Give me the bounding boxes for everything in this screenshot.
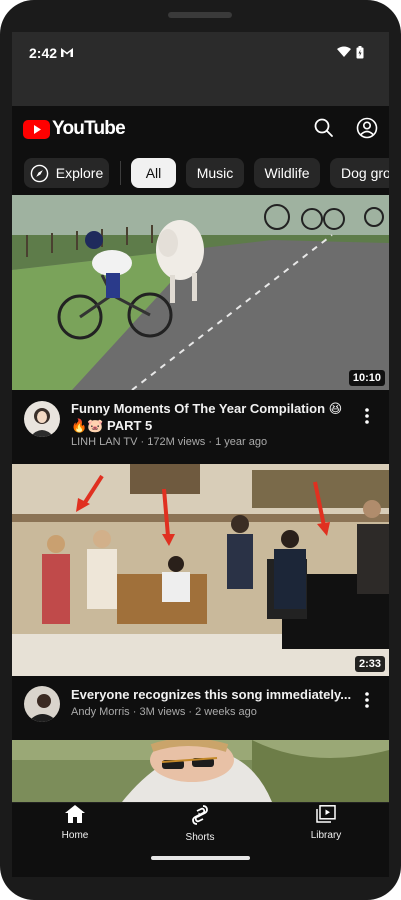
- search-icon[interactable]: [312, 116, 336, 140]
- chip-music[interactable]: Music: [186, 158, 244, 188]
- library-icon: [316, 805, 336, 823]
- video-title[interactable]: Everyone recognizes this song immediatel…: [71, 686, 356, 703]
- video-thumbnail[interactable]: 10:10: [12, 195, 389, 390]
- phone-speaker: [168, 12, 232, 18]
- youtube-play-icon: [23, 119, 50, 139]
- upload-age: 2 weeks ago: [195, 706, 257, 718]
- chip-dog-grooming[interactable]: Dog groo: [330, 158, 389, 188]
- more-options-icon[interactable]: [360, 690, 374, 710]
- app-bar: YouTube: [12, 106, 389, 150]
- filter-chips: Explore All Music Wildlife Dog groo: [12, 150, 389, 198]
- gesture-area: [12, 846, 389, 877]
- channel-name[interactable]: Andy Morris: [71, 706, 130, 718]
- compass-icon: [30, 164, 49, 182]
- channel-avatar[interactable]: [24, 686, 60, 722]
- chip-label: Explore: [55, 165, 104, 181]
- thumbnail-image: [12, 464, 389, 676]
- status-bar: 2:42: [12, 32, 389, 106]
- video-subtitle: Andy Morris · 3M views · 2 weeks ago: [71, 706, 257, 718]
- nav-library[interactable]: Library: [281, 805, 371, 841]
- youtube-logo[interactable]: YouTube: [23, 118, 126, 140]
- nav-label: Home: [61, 830, 89, 841]
- home-gesture-bar[interactable]: [151, 856, 250, 860]
- video-thumbnail[interactable]: 2:33: [12, 464, 389, 676]
- video-subtitle: LINH LAN TV · 172M views · 1 year ago: [71, 436, 268, 448]
- bottom-navigation: Home Shorts Library: [12, 802, 389, 846]
- video-thumbnail[interactable]: [12, 740, 389, 802]
- chip-label: Music: [196, 165, 234, 181]
- wifi-icon: [337, 46, 351, 57]
- screen: 2:42 YouTube Explore All Music Wildlife …: [12, 32, 389, 877]
- upload-age: 1 year ago: [215, 436, 268, 448]
- video-meta[interactable]: Funny Moments Of The Year Compilation 😆🔥…: [12, 390, 389, 462]
- phone-frame: 2:42 YouTube Explore All Music Wildlife …: [0, 0, 401, 900]
- home-icon: [65, 805, 85, 823]
- account-icon[interactable]: [355, 116, 379, 140]
- thumbnail-image: [12, 740, 389, 802]
- thumbnail-image: [12, 195, 389, 390]
- nav-shorts[interactable]: Shorts: [155, 805, 245, 843]
- chip-label: All: [145, 165, 162, 181]
- channel-avatar[interactable]: [24, 401, 60, 437]
- nav-label: Shorts: [185, 832, 215, 843]
- video-meta[interactable]: Everyone recognizes this song immediatel…: [12, 676, 389, 738]
- nav-label: Library: [310, 830, 342, 841]
- chip-wildlife[interactable]: Wildlife: [254, 158, 320, 188]
- video-duration: 10:10: [348, 370, 385, 386]
- view-count: 172M views: [147, 436, 206, 448]
- logo-text: YouTube: [52, 118, 126, 139]
- status-time: 2:42: [29, 45, 58, 61]
- more-options-icon[interactable]: [360, 406, 374, 426]
- chip-divider: [120, 161, 121, 185]
- chip-label: Dog groo: [341, 165, 389, 181]
- channel-name[interactable]: LINH LAN TV: [71, 436, 137, 448]
- chip-all[interactable]: All: [131, 158, 176, 188]
- view-count: 3M views: [139, 706, 186, 718]
- video-duration: 2:33: [354, 656, 385, 672]
- gmail-icon: [61, 48, 73, 57]
- battery-icon: [356, 46, 364, 59]
- nav-home[interactable]: Home: [30, 805, 120, 841]
- video-title[interactable]: Funny Moments Of The Year Compilation 😆🔥…: [71, 400, 356, 434]
- chip-explore[interactable]: Explore: [24, 158, 109, 188]
- chip-label: Wildlife: [264, 165, 310, 181]
- shorts-icon: [192, 805, 208, 825]
